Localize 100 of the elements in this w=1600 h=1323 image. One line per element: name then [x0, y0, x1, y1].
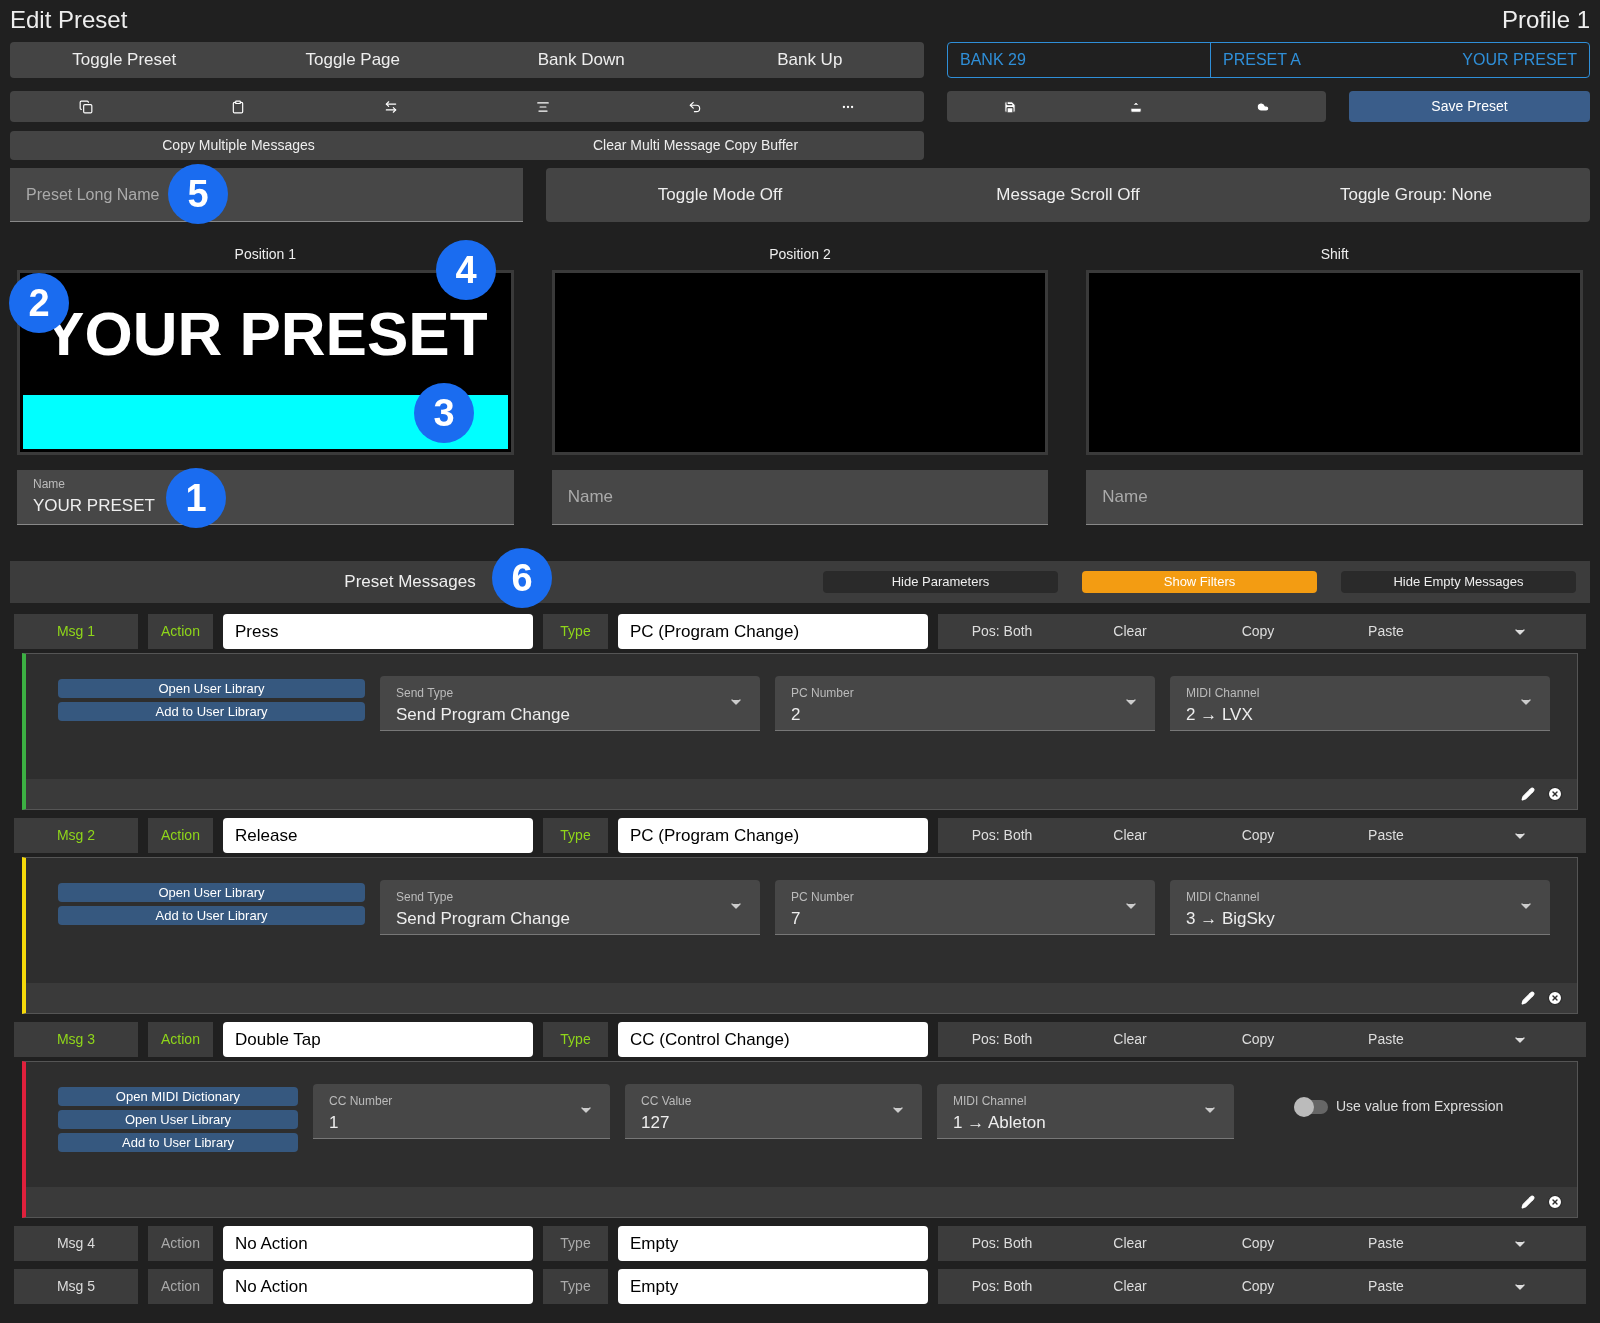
dropdown-field[interactable]: Send Type Send Program Change — [380, 880, 760, 935]
library-button[interactable]: Open User Library — [58, 883, 365, 902]
save-preset-button[interactable]: Save Preset — [1349, 91, 1590, 122]
field-label: MIDI Channel — [1186, 889, 1261, 906]
swap-icon[interactable] — [383, 99, 398, 114]
position-label: Position 2 — [768, 245, 832, 264]
filter-button[interactable]: Hide Parameters — [823, 571, 1058, 593]
undo-icon[interactable] — [688, 99, 703, 114]
field-label: MIDI Channel — [953, 1093, 1028, 1110]
action-field[interactable]: Press — [223, 614, 533, 649]
dropdown-field[interactable]: CC Number 1 — [313, 1084, 610, 1139]
library-button[interactable]: Add to User Library — [58, 1133, 298, 1152]
field-label: CC Value — [641, 1093, 693, 1110]
toolbar-button[interactable]: Copy — [1194, 1029, 1322, 1050]
copy-buffer-button[interactable]: Copy Multiple Messages — [10, 131, 467, 160]
action-field[interactable]: No Action — [223, 1269, 533, 1304]
field-label: CC Number — [329, 1093, 394, 1110]
edit-icon[interactable] — [1521, 991, 1535, 1005]
type-field[interactable]: CC (Control Change) — [618, 1022, 928, 1057]
copy-icon[interactable] — [79, 99, 94, 114]
dropdown-field[interactable]: PC Number 7 — [775, 880, 1155, 935]
mode-button[interactable]: Toggle Group: None — [1242, 168, 1590, 222]
toolbar-button[interactable]: Copy — [1194, 1233, 1322, 1254]
type-label: Type — [543, 818, 608, 853]
toolbar-button[interactable]: Copy — [1194, 1276, 1322, 1297]
toolbar-button[interactable]: Copy — [1194, 825, 1322, 846]
dropdown-field[interactable]: PC Number 2 — [775, 676, 1155, 731]
position-button[interactable]: Pos: Both — [938, 1029, 1066, 1050]
toolbar-button[interactable]: Paste — [1322, 1233, 1450, 1254]
field-label: MIDI Channel — [1186, 685, 1261, 702]
type-field[interactable]: Empty — [618, 1269, 928, 1304]
field-value: 2 → LVX — [1186, 704, 1254, 726]
field-value: 2 — [791, 704, 802, 726]
toolbar-button[interactable]: Paste — [1322, 621, 1450, 642]
type-field[interactable]: Empty — [618, 1226, 928, 1261]
remove-icon[interactable] — [1547, 786, 1563, 802]
toolbar-button[interactable]: Paste — [1322, 825, 1450, 846]
edit-icon[interactable] — [1521, 787, 1535, 801]
position-button[interactable]: Pos: Both — [938, 1276, 1066, 1297]
action-field[interactable]: Release — [223, 818, 533, 853]
page-title: Edit Preset — [10, 5, 128, 35]
position-button[interactable]: Pos: Both — [938, 1233, 1066, 1254]
position-button[interactable]: Pos: Both — [938, 825, 1066, 846]
toggle-switch[interactable] — [1294, 1099, 1328, 1114]
field-label: Name — [33, 476, 66, 494]
remove-icon[interactable] — [1547, 990, 1563, 1006]
field-label: PC Number — [791, 685, 855, 702]
library-button[interactable]: Open User Library — [58, 679, 365, 698]
action-field[interactable]: Double Tap — [223, 1022, 533, 1057]
section-title: Preset Messages — [344, 571, 476, 594]
save-icon[interactable] — [1003, 99, 1018, 114]
lines-icon[interactable] — [536, 99, 551, 114]
toolbar-button[interactable]: Clear — [1066, 621, 1194, 642]
field-label: Send Type — [396, 889, 455, 906]
top-button[interactable]: Toggle Preset — [10, 42, 239, 78]
type-field[interactable]: PC (Program Change) — [618, 818, 928, 853]
library-button[interactable]: Open MIDI Dictionary — [58, 1087, 298, 1106]
callout-badge: 6 — [492, 548, 552, 608]
field-placeholder: Name — [567, 486, 614, 509]
position-button[interactable]: Pos: Both — [938, 621, 1066, 642]
mode-button[interactable]: Message Scroll Off — [894, 168, 1242, 222]
dropdown-field[interactable]: MIDI Channel 1 → Ableton — [937, 1084, 1234, 1139]
toolbar-button[interactable]: Clear — [1066, 825, 1194, 846]
copy-buffer-button[interactable]: Clear Multi Message Copy Buffer — [467, 131, 924, 160]
toolbar-button[interactable]: Paste — [1322, 1029, 1450, 1050]
top-button[interactable]: Bank Up — [695, 42, 924, 78]
callout-badge: 4 — [436, 240, 496, 300]
field-label: Send Type — [396, 685, 455, 702]
top-button[interactable]: Bank Down — [467, 42, 696, 78]
dropdown-field[interactable]: MIDI Channel 3 → BigSky — [1170, 880, 1550, 935]
type-label: Type — [543, 1226, 608, 1261]
dropdown-field[interactable]: Send Type Send Program Change — [380, 676, 760, 731]
field-value: 7 — [791, 908, 802, 930]
cloud-icon[interactable] — [1255, 99, 1270, 114]
toolbar-button[interactable]: Clear — [1066, 1276, 1194, 1297]
field-value: 3 → BigSky — [1186, 908, 1276, 930]
message-label: Msg 5 — [14, 1269, 138, 1304]
type-field[interactable]: PC (Program Change) — [618, 614, 928, 649]
toolbar-button[interactable]: Copy — [1194, 621, 1322, 642]
clipboard-icon[interactable] — [231, 99, 246, 114]
mode-button[interactable]: Toggle Mode Off — [546, 168, 894, 222]
library-button[interactable]: Open User Library — [58, 1110, 298, 1129]
position-label: Shift — [1319, 245, 1350, 264]
field-label: PC Number — [791, 889, 855, 906]
action-label: Action — [148, 614, 213, 649]
field-value: 1 — [329, 1112, 340, 1134]
filter-button[interactable]: Hide Empty Messages — [1341, 571, 1576, 593]
edit-icon[interactable] — [1521, 1195, 1535, 1209]
toolbar-button[interactable]: Clear — [1066, 1233, 1194, 1254]
toolbar-button[interactable]: Clear — [1066, 1029, 1194, 1050]
toolbar-button[interactable]: Paste — [1322, 1276, 1450, 1297]
dropdown-field[interactable]: CC Value 127 — [625, 1084, 922, 1139]
dropdown-field[interactable]: MIDI Channel 2 → LVX — [1170, 676, 1550, 731]
name-field[interactable]: Name — [1086, 470, 1583, 525]
action-field[interactable]: No Action — [223, 1226, 533, 1261]
library-button[interactable]: Add to User Library — [58, 702, 365, 721]
library-button[interactable]: Add to User Library — [58, 906, 365, 925]
top-button[interactable]: Toggle Page — [238, 42, 467, 78]
name-field[interactable]: Name — [551, 470, 1049, 525]
remove-icon[interactable] — [1547, 1194, 1563, 1210]
